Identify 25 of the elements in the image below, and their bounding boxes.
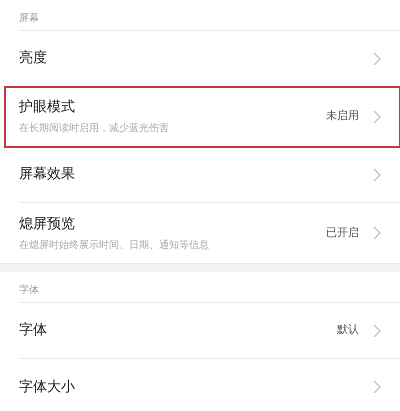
settings-row[interactable]: 熄屏预览 在熄屏时始终展示时间、日期、通知等信息 已开启 xyxy=(19,203,400,263)
chevron-right-icon xyxy=(373,226,381,240)
setting-description: 在熄屏时始终展示时间、日期、通知等信息 xyxy=(19,238,210,252)
chevron-right-icon xyxy=(373,380,381,394)
setting-value: 已开启 xyxy=(326,224,359,241)
settings-row[interactable]: 亮度 xyxy=(19,31,400,87)
setting-title: 字体 xyxy=(19,321,48,340)
setting-title: 字体大小 xyxy=(19,378,76,396)
setting-value: 未启用 xyxy=(326,108,359,124)
setting-title: 屏幕效果 xyxy=(19,165,76,184)
setting-title: 护眼模式 xyxy=(19,98,76,117)
setting-value: 默认 xyxy=(337,322,359,338)
setting-title: 亮度 xyxy=(19,49,48,68)
setting-title: 熄屏预览 xyxy=(19,214,76,234)
chevron-right-icon xyxy=(373,110,381,124)
settings-row[interactable]: 屏幕效果 xyxy=(19,147,400,203)
section-header: 屏幕 xyxy=(19,12,39,26)
setting-description: 在长期阅读时启用，减少蓝光伤害 xyxy=(19,122,170,136)
settings-row[interactable]: 字体大小 xyxy=(19,359,400,411)
settings-row[interactable]: 字体 默认 xyxy=(19,303,400,359)
chevron-right-icon xyxy=(373,52,381,66)
section-header: 字体 xyxy=(19,284,39,298)
chevron-right-icon xyxy=(373,168,381,182)
chevron-right-icon xyxy=(373,324,381,338)
highlighted-settings-row[interactable]: 护眼模式 在长期阅读时启用，减少蓝光伤害 未启用 xyxy=(5,87,400,147)
